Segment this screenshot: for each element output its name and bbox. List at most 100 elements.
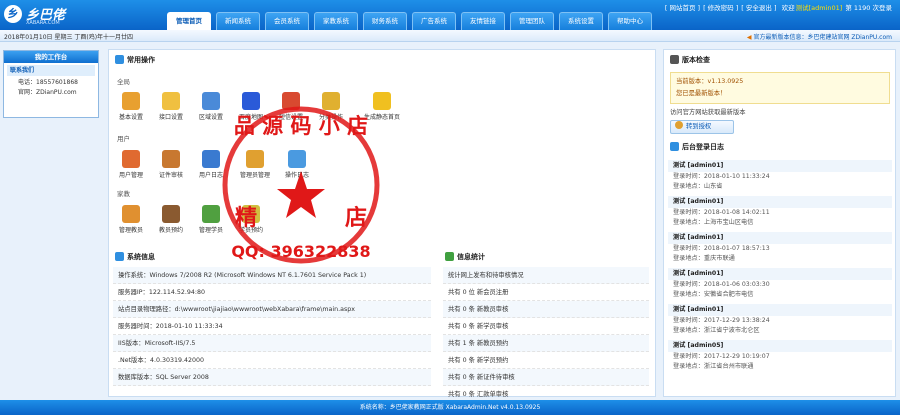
- tab-links[interactable]: 友情链接: [461, 12, 505, 30]
- brush-icon: [373, 92, 391, 110]
- stats-student-review[interactable]: 共有 0 条 新学员审核: [443, 318, 649, 335]
- log-place: 登录地点：浙江省台州市联通: [673, 363, 754, 370]
- logout-link[interactable]: [ 安全退出 ]: [741, 4, 776, 12]
- log-place: 登录地点：安徽省合肥市电信: [673, 291, 754, 298]
- quick-id-review[interactable]: 证件审核: [153, 150, 189, 179]
- common-ops-title-text: 常用操作: [127, 56, 155, 64]
- pencil-icon: [288, 150, 306, 168]
- stats-new-members[interactable]: 共有 0 位 新会员注册: [443, 284, 649, 301]
- stats-student-booking[interactable]: 共有 0 条 新学员预约: [443, 352, 649, 369]
- quick-operation-log[interactable]: 操作日志: [279, 150, 315, 179]
- contact-heading: 联系我们: [7, 65, 95, 76]
- version-title-text: 版本检查: [682, 56, 710, 64]
- login-log-entry: 测试 [admin01] 登录时间：2017-12-29 13:38:24 登录地点…: [668, 304, 892, 336]
- version-status: 您已是最新版本！: [676, 90, 727, 97]
- users-icon: [122, 150, 140, 168]
- quick-label: 管理员管理: [239, 172, 270, 179]
- login-log-title-text: 后台登录日志: [682, 143, 724, 151]
- log-user: 测试 [admin01]: [668, 196, 892, 208]
- log-place: 登录地点：浙江省宁波市北仑区: [673, 327, 760, 334]
- baidu-paw-icon: [242, 92, 260, 110]
- login-log-entry: 测试 [admin05] 登录时间：2017-12-29 10:19:07 登录地点…: [668, 340, 892, 372]
- log-place: 登录地点：上海市宝山区电信: [673, 219, 754, 226]
- book-icon: [162, 205, 180, 223]
- current-version: 当前版本：v1.13.0925: [676, 78, 744, 85]
- welcome-text: 欢迎: [781, 4, 795, 12]
- log-user: 测试 [admin01]: [668, 304, 892, 316]
- student-icon: [202, 205, 220, 223]
- sidebar-panel: 我的工作台 联系我们 电话：18557601868 官网：ZDianPU.com: [3, 50, 99, 118]
- quick-category-ops[interactable]: 分类操作: [313, 92, 349, 121]
- user-log-icon: [202, 150, 220, 168]
- license-button[interactable]: 转到授权: [670, 120, 734, 134]
- quick-student-booking[interactable]: 学员预约: [233, 205, 269, 234]
- log-user: 测试 [admin05]: [668, 340, 892, 352]
- quick-manage-tutors[interactable]: 管理教员: [113, 205, 149, 234]
- stats-tutor-review[interactable]: 共有 0 条 新教员审核: [443, 301, 649, 318]
- footer-text: 系统名称：乡巴佬家教网正式版 XabaraAdmin.Net v4.0.13.0…: [359, 404, 541, 411]
- log-user: 测试 [admin01]: [668, 268, 892, 280]
- quick-region-settings[interactable]: 区域设置: [193, 92, 229, 121]
- quick-label: 操作日志: [284, 172, 309, 179]
- quick-generate-home[interactable]: 生成静态首页: [359, 92, 405, 121]
- login-log-entry: 测试 [admin01] 登录时间：2018-01-10 11:33:24 登录地点…: [668, 160, 892, 192]
- log-place: 登录地点：重庆市联通: [673, 255, 735, 262]
- quick-admin-manage[interactable]: 管理员管理: [233, 150, 277, 179]
- header-bar: 乡 乡巴佬 XABARA.COM [ 网站首页 ][ 修改密码 ][ 安全退出 …: [0, 0, 900, 30]
- sysinfo-iis: IIS版本：Microsoft-IIS/7.5: [113, 335, 431, 352]
- sysinfo-ip: 服务器IP：122.114.52.94:80: [113, 284, 431, 301]
- login-log-title: 后台登录日志: [670, 142, 724, 152]
- log-time: 登录时间：2017-12-29 10:19:07: [673, 353, 770, 360]
- quick-label: 基本设置: [118, 114, 143, 121]
- tab-help[interactable]: 帮助中心: [608, 12, 652, 30]
- quick-sms-settings[interactable]: 短信设置: [273, 92, 309, 121]
- version-notice-link[interactable]: ◀ 官方最新版本信息：乡巴佬建站官网 ZDianPU.com: [747, 32, 892, 41]
- quick-label: 教员预约: [158, 227, 183, 234]
- stats-id-review[interactable]: 共有 0 条 新证件待审核: [443, 369, 649, 386]
- sysinfo-os: 操作系统：Windows 7/2008 R2 (Microsoft Window…: [113, 267, 431, 284]
- home-link[interactable]: [ 网站首页 ]: [665, 4, 700, 12]
- change-password-link[interactable]: [ 修改密码 ]: [703, 4, 738, 12]
- info-icon: [115, 252, 124, 261]
- stats-title-text: 信息统计: [457, 253, 485, 261]
- quick-tutor-booking[interactable]: 教员预约: [153, 205, 189, 234]
- tab-members[interactable]: 会员系统: [265, 12, 309, 30]
- top-links: [ 网站首页 ][ 修改密码 ][ 安全退出 ] 欢迎测试[admin01] 第 …: [662, 2, 892, 12]
- logo[interactable]: 乡 乡巴佬 XABARA.COM: [4, 3, 80, 27]
- quick-user-log[interactable]: 用户日志: [193, 150, 229, 179]
- contact-phone: 电话：18557601868: [18, 79, 78, 86]
- sysinfo-time: 服务器时间：2018-01-10 11:33:34: [113, 318, 431, 335]
- tab-ads[interactable]: 广告系统: [412, 12, 456, 30]
- quick-label: 接口设置: [158, 114, 183, 121]
- tab-tutoring[interactable]: 家教系统: [314, 12, 358, 30]
- stats-tutor-booking[interactable]: 共有 1 条 新教员预约: [443, 335, 649, 352]
- sysinfo-title-text: 系统信息: [127, 253, 155, 261]
- sysinfo-dotnet: .Net版本：4.0.30319.42000: [113, 352, 431, 369]
- tab-finance[interactable]: 财务系统: [363, 12, 407, 30]
- quick-basic-settings[interactable]: 基本设置: [113, 92, 149, 121]
- login-log-entry: 测试 [admin01] 登录时间：2018-01-08 14:02:11 登录地点…: [668, 196, 892, 228]
- tab-news[interactable]: 新闻系统: [216, 12, 260, 30]
- common-ops-title: 常用操作: [115, 55, 155, 65]
- version-icon: [670, 55, 679, 64]
- tab-team[interactable]: 管理团队: [510, 12, 554, 30]
- quick-manage-students[interactable]: 管理学员: [193, 205, 229, 234]
- settings-icon: [122, 92, 140, 110]
- log-time: 登录时间：2018-01-06 03:03:30: [673, 281, 770, 288]
- visit-count: 第 1190 次登录: [845, 4, 892, 12]
- right-panel: 版本检查 当前版本：v1.13.0925 您已是最新版本！ 访问官方网站获取最新…: [663, 49, 896, 397]
- version-box: 当前版本：v1.13.0925 您已是最新版本！: [670, 72, 890, 104]
- log-time: 登录时间：2018-01-08 14:02:11: [673, 209, 770, 216]
- login-log-entry: 测试 [admin01] 登录时间：2018-01-07 18:57:13 登录地点…: [668, 232, 892, 264]
- key-icon: [675, 121, 683, 129]
- tab-home[interactable]: 管理首页: [167, 12, 211, 30]
- group-global-label: 全局: [117, 78, 130, 86]
- group-tutor-label: 家教: [117, 190, 130, 198]
- main-panel: 常用操作 全局 基本设置 接口设置 区域设置 百度地图 短信设置 分类操作 生成…: [108, 49, 656, 403]
- quick-user-manage[interactable]: 用户管理: [113, 150, 149, 179]
- quick-baidu-map[interactable]: 百度地图: [233, 92, 269, 121]
- category-icon: [322, 92, 340, 110]
- tab-settings[interactable]: 系统设置: [559, 12, 603, 30]
- version-title: 版本检查: [670, 55, 710, 65]
- quick-api-settings[interactable]: 接口设置: [153, 92, 189, 121]
